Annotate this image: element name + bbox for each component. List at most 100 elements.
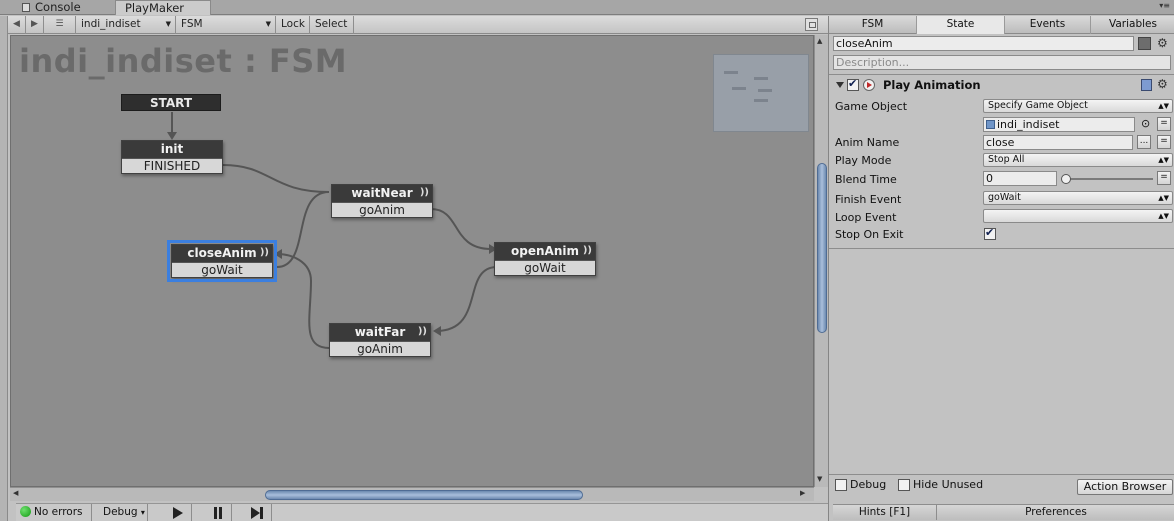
tab-playmaker[interactable]: PlayMaker	[115, 0, 211, 15]
variable-toggle-button[interactable]: =	[1157, 117, 1171, 131]
window-menu-icon[interactable]: ▾≡	[1159, 1, 1170, 10]
pause-button[interactable]	[204, 504, 232, 521]
state-name-field[interactable]: closeAnim	[833, 36, 1134, 51]
start-node[interactable]: START	[121, 94, 221, 111]
blend-time-slider-track[interactable]	[1063, 178, 1153, 180]
debug-dropdown[interactable]: Debug ▾	[96, 504, 148, 521]
select-label: Select	[315, 18, 348, 30]
vertical-scrollbar[interactable]: ▲ ▼	[814, 35, 828, 487]
fold-arrow-icon[interactable]	[836, 82, 844, 88]
debug-checkbox[interactable]	[835, 479, 847, 491]
back-icon: ◀	[13, 19, 20, 29]
state-closeanim[interactable]: closeAnim)) goWait	[167, 240, 277, 282]
play-mode-dropdown[interactable]: Stop All ▲▼	[983, 153, 1173, 167]
chevron-down-icon: ▾	[140, 508, 145, 517]
chevron-down-icon: ▲▼	[1158, 194, 1169, 202]
waitfar-to-closeanim	[276, 253, 330, 349]
tab-events[interactable]: Events	[1005, 16, 1091, 34]
divider	[829, 74, 1174, 75]
state-init[interactable]: init FINISHED	[121, 140, 223, 174]
action-enabled-checkbox[interactable]	[847, 77, 859, 91]
select-button[interactable]: Select	[310, 16, 354, 34]
variable-toggle-button[interactable]: =	[1157, 135, 1171, 149]
object-picker-icon[interactable]: ⊙	[1141, 117, 1150, 130]
description-field[interactable]: Description...	[833, 55, 1171, 70]
tab-variables[interactable]: Variables	[1091, 16, 1174, 34]
scroll-down-icon[interactable]: ▼	[817, 475, 822, 483]
fsm-select-dropdown[interactable]: FSM ▼	[176, 16, 276, 34]
state-event[interactable]: goWait	[172, 262, 272, 277]
state-color-swatch[interactable]	[1138, 37, 1151, 50]
anim-name-field[interactable]: close	[983, 135, 1133, 150]
state-event[interactable]: goAnim	[330, 341, 430, 356]
finish-event-label: Finish Event	[835, 193, 902, 206]
state-event[interactable]: FINISHED	[122, 158, 222, 173]
state-event[interactable]: goAnim	[332, 202, 432, 217]
help-book-icon[interactable]	[1141, 79, 1152, 91]
forward-button[interactable]: ▶	[26, 16, 44, 34]
error-status-label: No errors	[34, 506, 83, 518]
blend-time-slider-knob[interactable]	[1061, 174, 1071, 184]
fsm-graph-canvas[interactable]: indi_indiset : FSM START init FINISHED w…	[10, 35, 814, 487]
action-icon: ))	[582, 245, 592, 256]
tab-console[interactable]: Console	[18, 0, 114, 15]
back-button[interactable]: ◀	[8, 16, 26, 34]
blend-time-field[interactable]: 0	[983, 171, 1057, 186]
divider	[829, 474, 1174, 475]
tab-playmaker-label: PlayMaker	[125, 1, 185, 15]
game-object-mode-dropdown[interactable]: Specify Game Object ▲▼	[983, 99, 1173, 113]
play-button[interactable]	[164, 504, 192, 521]
gear-icon[interactable]: ⚙	[1157, 77, 1168, 91]
state-event[interactable]: goWait	[495, 260, 595, 275]
arrowhead	[167, 132, 177, 140]
state-openanim[interactable]: openAnim)) goWait	[494, 242, 596, 276]
tab-fsm[interactable]: FSM	[829, 16, 917, 34]
state-waitnear[interactable]: waitNear)) goAnim	[331, 184, 433, 218]
state-inspector: FSM State Events Variables closeAnim ⚙ D…	[828, 16, 1174, 521]
forward-icon: ▶	[31, 19, 38, 29]
inspector-tabs: FSM State Events Variables	[829, 16, 1174, 34]
arrowhead	[274, 249, 282, 259]
gear-icon[interactable]: ⚙	[1157, 36, 1168, 50]
action-title: Play Animation	[883, 78, 981, 92]
fsm-owner-dropdown[interactable]: indi_indiset ▼	[76, 16, 176, 34]
lock-button[interactable]: Lock	[276, 16, 310, 34]
action-icon: ))	[419, 187, 429, 198]
action-header[interactable]: Play Animation ⚙	[833, 77, 1171, 94]
hide-unused-label: Hide Unused	[913, 478, 984, 491]
openanim-to-waitfar	[435, 266, 498, 332]
frame-graph-icon[interactable]	[805, 18, 818, 31]
error-status[interactable]: No errors	[16, 504, 92, 521]
scroll-up-icon[interactable]: ▲	[817, 37, 822, 45]
stop-on-exit-checkbox[interactable]	[984, 226, 996, 240]
chevron-down-icon: ▼	[265, 20, 271, 28]
game-object-label: Game Object	[835, 100, 908, 113]
action-browser-button[interactable]: Action Browser	[1077, 479, 1173, 495]
fsm-list-button[interactable]: ☰	[44, 16, 76, 34]
hints-button[interactable]: Hints [F1]	[833, 504, 937, 520]
game-object-mode-value: Specify Game Object	[988, 100, 1088, 111]
debug-label: Debug	[850, 478, 887, 491]
play-icon	[173, 507, 183, 519]
finish-event-dropdown[interactable]: goWait ▲▼	[983, 191, 1173, 205]
horizontal-scroll-thumb[interactable]	[265, 490, 583, 500]
console-icon	[22, 3, 30, 12]
state-name: openAnim	[511, 244, 579, 258]
stop-on-exit-label: Stop On Exit	[835, 228, 904, 241]
chevron-down-icon: ▲▼	[1158, 156, 1169, 164]
step-button[interactable]	[244, 504, 272, 521]
fsm-owner-label: indi_indiset	[81, 18, 141, 30]
tab-state[interactable]: State	[917, 16, 1005, 34]
state-waitfar[interactable]: waitFar)) goAnim	[329, 323, 431, 357]
scroll-left-icon[interactable]: ◀	[13, 489, 18, 497]
loop-event-dropdown[interactable]: ▲▼	[983, 209, 1173, 223]
scroll-right-icon[interactable]: ▶	[800, 489, 805, 497]
finish-event-value: goWait	[988, 192, 1021, 203]
vertical-scroll-thumb[interactable]	[817, 163, 827, 333]
variable-toggle-button[interactable]: =	[1157, 171, 1171, 185]
horizontal-scrollbar[interactable]: ◀ ▶	[10, 487, 814, 501]
preferences-button[interactable]: Preferences	[937, 504, 1174, 520]
game-object-field[interactable]: indi_indiset	[983, 117, 1135, 132]
anim-browse-button[interactable]: ...	[1137, 135, 1151, 149]
hide-unused-checkbox[interactable]	[898, 479, 910, 491]
